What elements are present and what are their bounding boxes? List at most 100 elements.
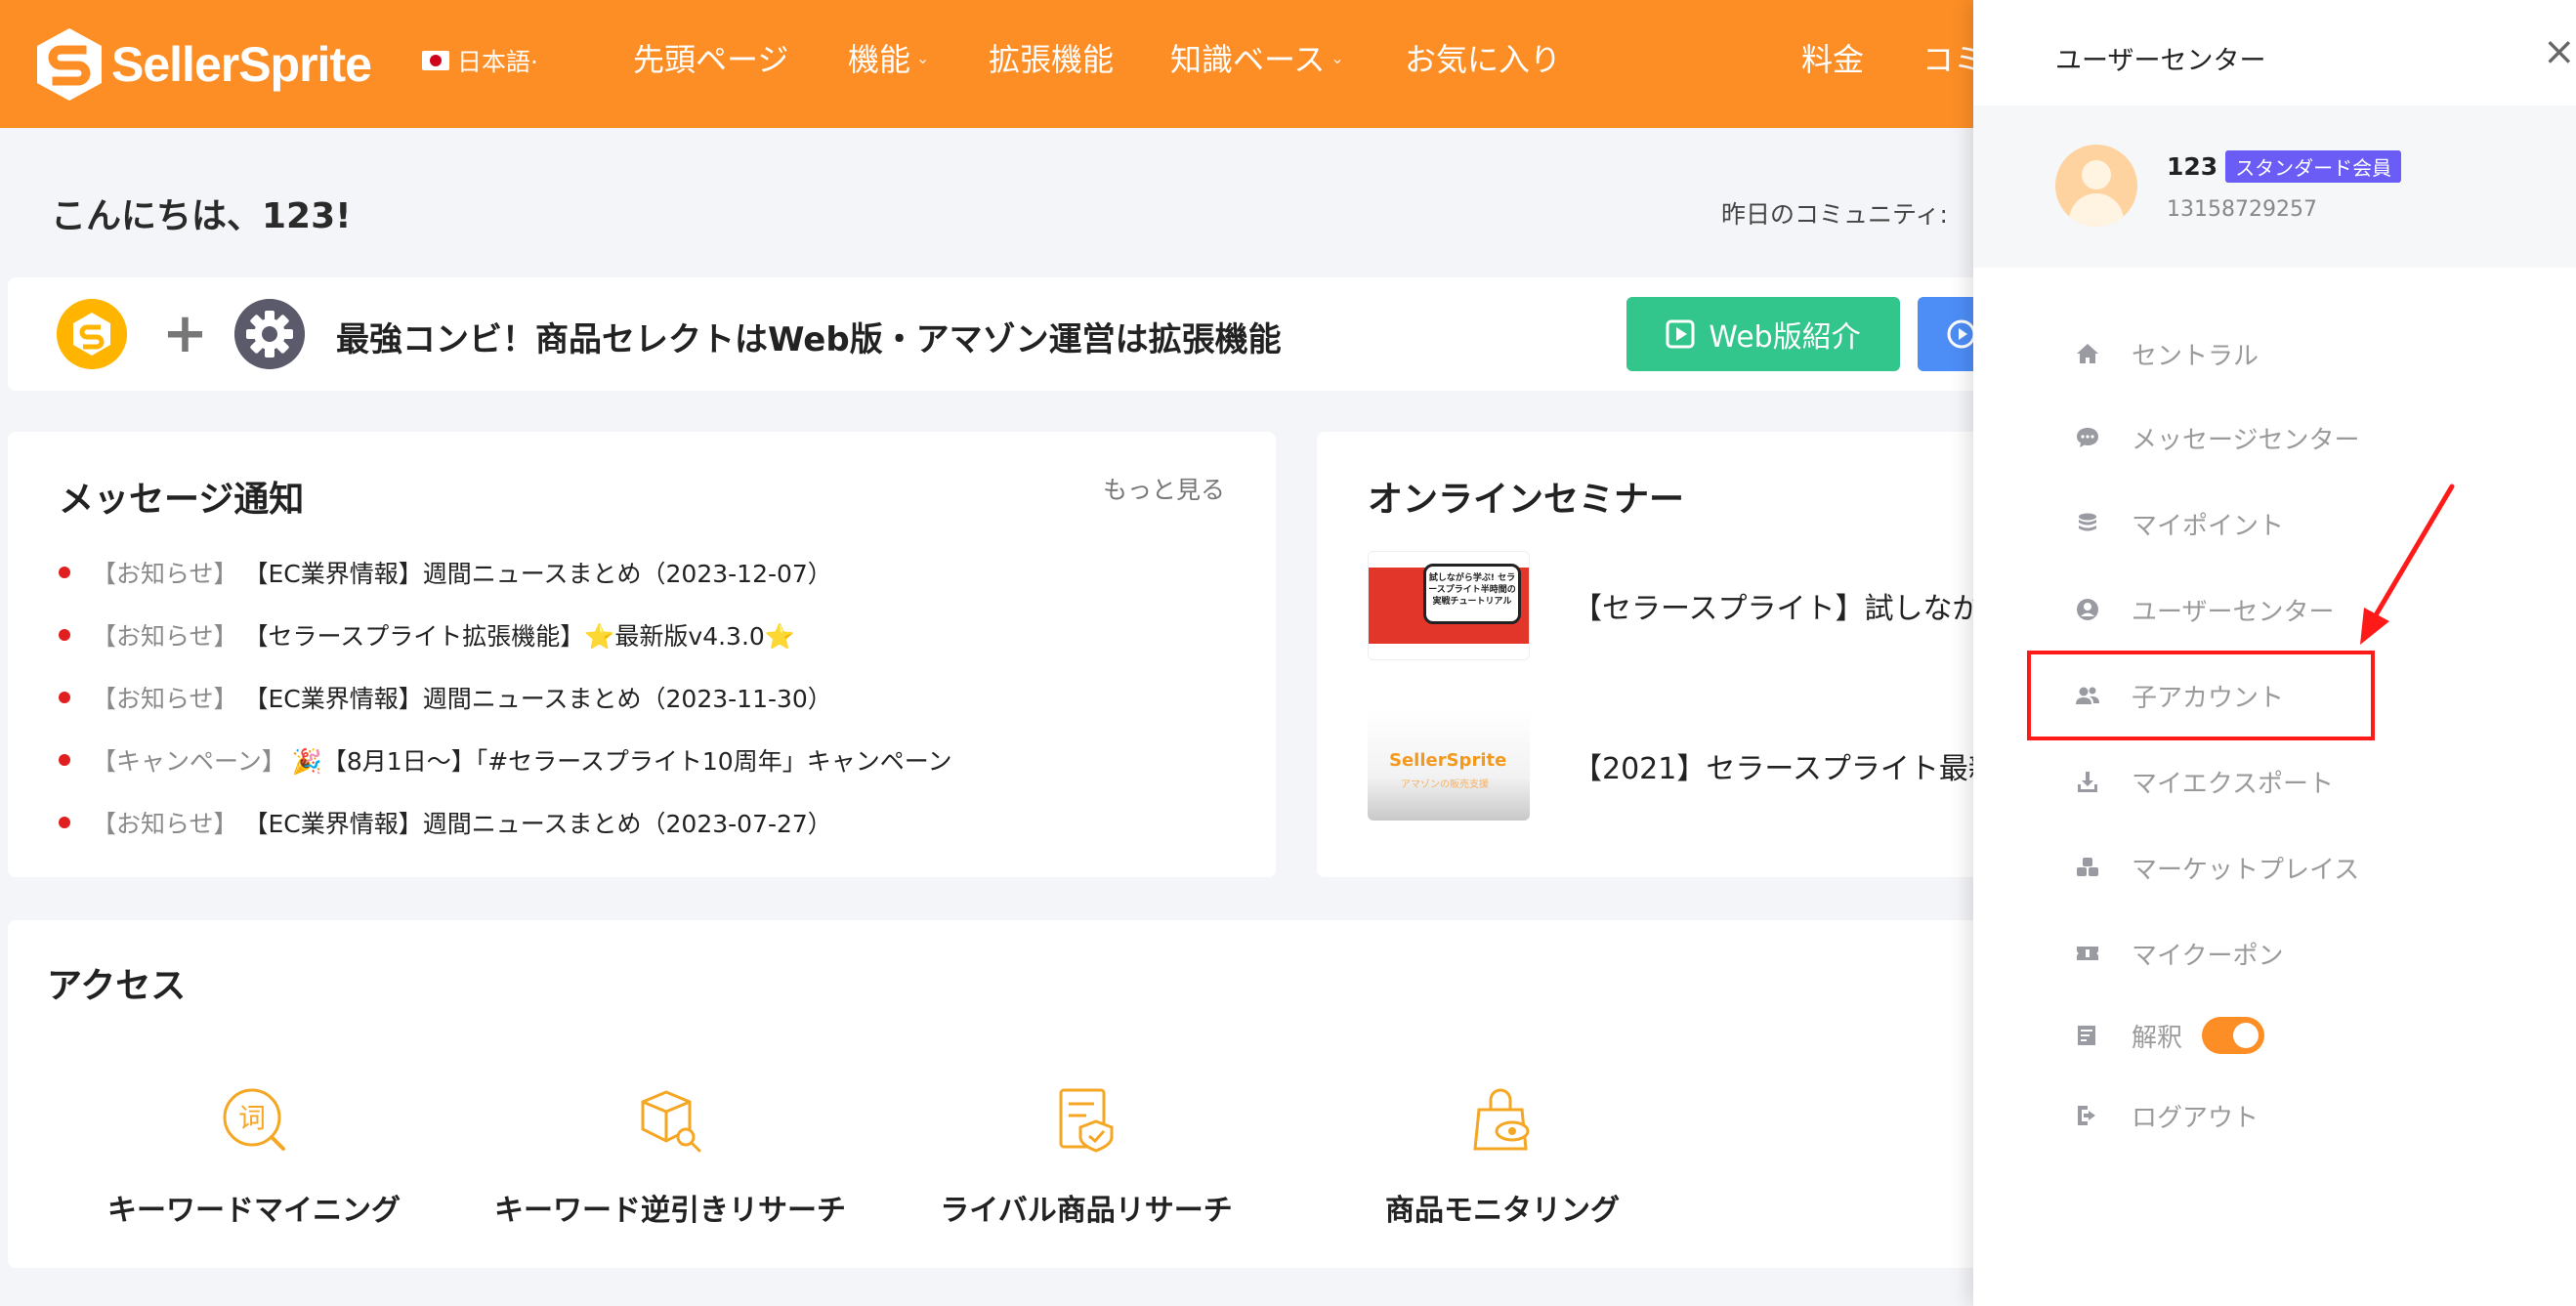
message-text: 【セラースプライト拡張機能】⭐最新版v4.3.0⭐ <box>243 622 795 651</box>
message-text: 【EC業界情報】週間ニュースまとめ（2023-07-27） <box>243 810 832 838</box>
promo-banner: + 最強コンビ！商品セレクトはWeb版・アマゾン運営は拡張機能 Web版紹介 <box>8 277 2015 391</box>
message-list: 【お知らせ】 【EC業界情報】週間ニュースまとめ（2023-12-07） 【お知ら… <box>59 541 951 854</box>
nav-label: 機能 <box>848 41 911 78</box>
nav-label: 料金 <box>1801 41 1865 78</box>
language-selector[interactable]: 日本語· <box>422 43 538 78</box>
language-label: 日本語· <box>457 48 538 76</box>
seminar-item[interactable]: 試しながら学ぶ! セラースプライト半時間の実戦チュートリアル 【セラースプライト… <box>1368 551 1982 660</box>
access-product-monitoring[interactable]: 商品モニタリング <box>1297 1086 1708 1229</box>
access-label: ライバル商品リサーチ <box>940 1194 1233 1228</box>
access-reverse-search[interactable]: キーワード逆引きリサーチ <box>465 1086 875 1229</box>
seminar-thumbnail: 試しながら学ぶ! セラースプライト半時間の実戦チュートリアル <box>1368 551 1530 660</box>
keyword-mining-icon: 词 <box>223 1088 285 1151</box>
message-tag: 【お知らせ】 <box>92 622 238 651</box>
keyword-glyph: 词 <box>238 1102 266 1134</box>
message-card-title: メッセージ通知 <box>59 480 305 520</box>
seminar-thumbnail: SellerSprite アマゾンの販売支援 <box>1368 711 1530 821</box>
message-item[interactable]: 【お知らせ】 【セラースプライト拡張機能】⭐最新版v4.3.0⭐ <box>59 604 951 666</box>
community-label: 昨日のコミュニティ: <box>1721 200 1948 229</box>
menu-label: マイエクスポート <box>2132 769 2334 799</box>
avatar-head <box>2082 160 2111 190</box>
home-icon <box>2077 344 2098 363</box>
greeting-text: こんにちは、123! <box>51 196 352 236</box>
seminar-title: 【2021】セラースプライト最新 <box>1573 752 1998 786</box>
user-phone: 13158729257 <box>2167 197 2317 222</box>
menu-label: メッセージセンター <box>2132 425 2360 455</box>
access-competitor-research[interactable]: ライバル商品リサーチ <box>881 1086 1291 1229</box>
menu-user-center[interactable]: ユーザーセンター <box>2075 567 2334 653</box>
message-tag: 【お知らせ】 <box>92 810 238 838</box>
coins-icon <box>2079 513 2096 531</box>
nav-label: 拡張機能 <box>989 41 1115 78</box>
web-intro-label: Web版紹介 <box>1709 320 1861 355</box>
access-label: 商品モニタリング <box>1385 1194 1620 1228</box>
nav-home[interactable]: 先頭ページ <box>633 35 788 80</box>
avatar[interactable] <box>2055 145 2137 227</box>
user-circle-icon <box>2077 599 2098 620</box>
message-card: メッセージ通知 もっと見る 【お知らせ】 【EC業界情報】週間ニュースまとめ（20… <box>8 432 1276 877</box>
user-profile: 123 スタンダード会員 13158729257 <box>1973 105 2576 268</box>
nav-label: 知識ベース <box>1170 41 1326 78</box>
bullet-dot <box>59 817 70 828</box>
menu-my-points[interactable]: マイポイント <box>2075 481 2284 567</box>
menu-label: マイポイント <box>2132 511 2285 541</box>
web-intro-button[interactable]: Web版紹介 <box>1626 297 1900 371</box>
access-label: キーワード逆引きリサーチ <box>494 1194 846 1228</box>
message-item[interactable]: 【キャンペーン】 🎉【8月1日～】「#セラースプライト10周年」キャンペーン <box>59 729 951 791</box>
message-text: 【EC業界情報】週間ニュースまとめ（2023-12-07） <box>243 560 832 588</box>
nav-label: 先頭ページ <box>633 41 789 78</box>
menu-logout[interactable]: ログアウト <box>2075 1073 2259 1159</box>
message-item[interactable]: 【お知らせ】 【EC業界情報】週間ニュースまとめ（2023-12-07） <box>59 541 951 604</box>
sellersprite-logo-icon <box>37 28 102 101</box>
menu-translation[interactable]: 解釈 <box>2075 992 2265 1078</box>
menu-my-coupons[interactable]: マイクーポン <box>2075 910 2283 996</box>
thumbnail-subtitle: アマゾンの販売支援 <box>1401 779 1489 790</box>
menu-label: マイクーポン <box>2132 941 2284 971</box>
nav-features[interactable]: 機能 ⌄ <box>848 35 929 80</box>
logout-icon <box>2078 1106 2095 1125</box>
seminar-item[interactable]: SellerSprite アマゾンの販売支援 【2021】セラースプライト最新 <box>1368 711 1998 821</box>
brand-logo[interactable]: SellerSprite <box>35 25 372 104</box>
banner-text: 最強コンビ！商品セレクトはWeb版・アマゾン運営は拡張機能 <box>336 320 1282 359</box>
menu-label: ログアウト <box>2132 1103 2259 1133</box>
translate-icon <box>2078 1026 2095 1045</box>
menu-label: 解釈 <box>2132 1023 2183 1053</box>
plus-sign: + <box>162 302 208 365</box>
menu-central[interactable]: セントラル <box>2075 311 2259 397</box>
message-tag: 【キャンペーン】 <box>92 747 286 776</box>
nav-extension[interactable]: 拡張機能 <box>989 35 1114 80</box>
message-item[interactable]: 【お知らせ】 【EC業界情報】週間ニュースまとめ（2023-07-27） <box>59 791 951 854</box>
user-name-row: 123 スタンダード会員 <box>2167 150 2402 183</box>
menu-marketplace[interactable]: マーケットプレイス <box>2075 824 2359 910</box>
translation-toggle[interactable] <box>2202 1017 2265 1054</box>
brand-name: SellerSprite <box>111 37 372 92</box>
message-text: 【EC業界情報】週間ニュースまとめ（2023-11-30） <box>243 685 832 713</box>
marketplace-icon <box>2077 858 2098 876</box>
access-keyword-mining[interactable]: 词 キーワードマイニング <box>49 1086 459 1229</box>
thumbnail-bubble: 試しながら学ぶ! セラースプライト半時間の実戦チュートリアル <box>1423 564 1521 624</box>
arrow-annotation-icon <box>2360 484 2455 645</box>
chevron-down-icon: ⌄ <box>916 48 930 67</box>
more-link[interactable]: もっと見る <box>1103 471 1225 506</box>
drawer-title: ユーザーセンター <box>2055 46 2266 76</box>
product-monitoring-icon <box>1473 1088 1530 1151</box>
gear-icon <box>234 299 305 369</box>
nav-pricing[interactable]: 料金 <box>1801 35 1864 80</box>
message-tag: 【お知らせ】 <box>92 685 238 713</box>
menu-message-center[interactable]: メッセージセンター <box>2075 395 2359 481</box>
japan-flag-icon <box>422 51 449 70</box>
message-item[interactable]: 【お知らせ】 【EC業界情報】週間ニュースまとめ（2023-11-30） <box>59 666 951 729</box>
message-text: 🎉【8月1日～】「#セラースプライト10周年」キャンペーン <box>291 747 952 776</box>
menu-label: セントラル <box>2132 341 2259 371</box>
reverse-search-icon <box>641 1090 701 1153</box>
menu-label: ユーザーセンター <box>2132 597 2335 627</box>
user-name: 123 <box>2167 152 2218 181</box>
member-badge: スタンダード会員 <box>2225 150 2402 183</box>
nav-favorites[interactable]: お気に入り <box>1405 35 1561 80</box>
sellersprite-circle-icon <box>57 299 127 369</box>
thumbnail-logo: SellerSprite <box>1389 750 1507 771</box>
chat-icon <box>2077 428 2098 447</box>
menu-my-exports[interactable]: マイエクスポート <box>2075 738 2334 824</box>
close-icon[interactable]: × <box>2543 29 2576 74</box>
nav-knowledge-base[interactable]: 知識ベース ⌄ <box>1170 35 1344 80</box>
